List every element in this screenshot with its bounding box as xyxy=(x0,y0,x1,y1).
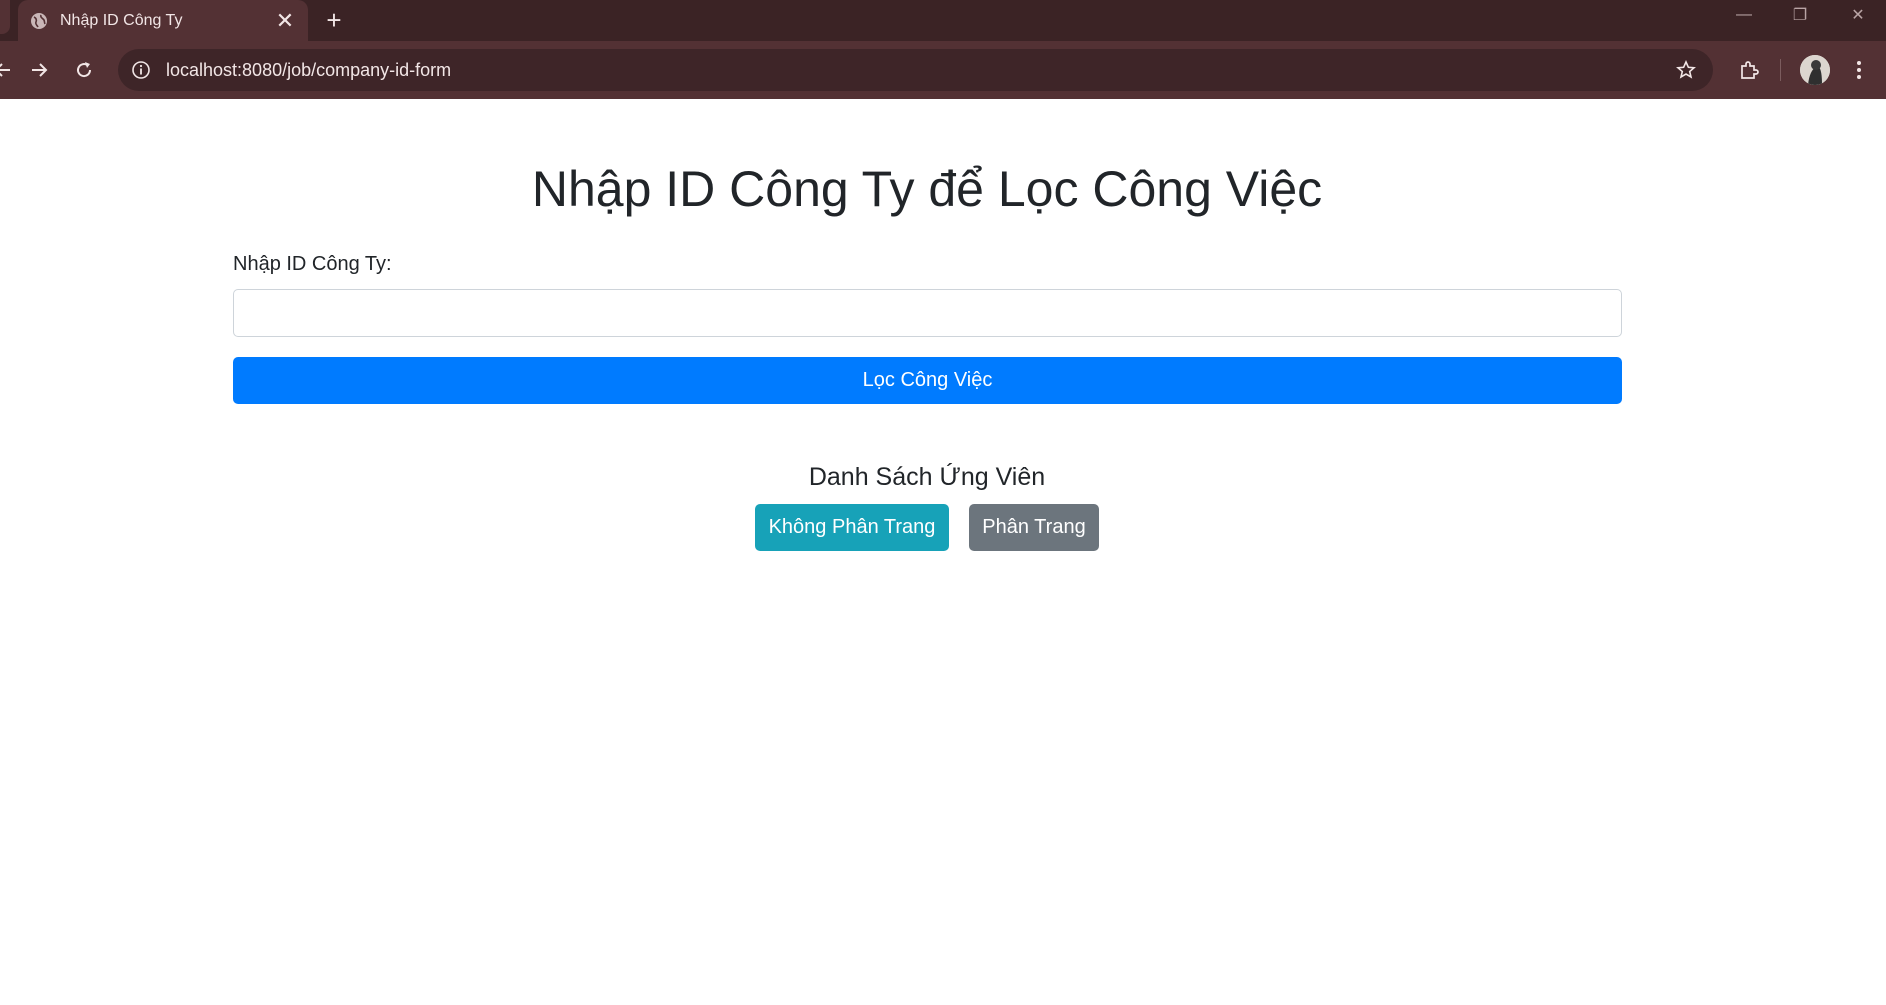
restore-icon[interactable]: ❐ xyxy=(1772,0,1828,30)
browser-tab-strip: Nhập ID Công Ty ✕ + — ❐ ✕ xyxy=(0,0,1886,41)
company-id-label: Nhập ID Công Ty: xyxy=(233,253,392,275)
no-pagination-button[interactable]: Không Phân Trang xyxy=(755,504,949,551)
company-id-input[interactable] xyxy=(233,289,1622,337)
extensions-icon[interactable] xyxy=(1732,53,1766,87)
candidates-list-title: Danh Sách Ứng Viên xyxy=(808,463,1046,491)
profile-avatar[interactable] xyxy=(1800,55,1830,85)
site-info-icon[interactable] xyxy=(130,59,152,81)
back-icon[interactable] xyxy=(0,53,20,87)
tab-close-icon[interactable]: ✕ xyxy=(272,8,298,34)
minimize-icon[interactable]: — xyxy=(1716,0,1772,30)
page-content: Nhập ID Công Ty để Lọc Công Việc Nhập ID… xyxy=(0,99,1886,1005)
previous-tab-edge[interactable] xyxy=(0,0,10,34)
tab-title: Nhập ID Công Ty xyxy=(60,11,183,29)
url-text: localhost:8080/job/company-id-form xyxy=(166,59,452,80)
window-close-icon[interactable]: ✕ xyxy=(1830,0,1886,30)
menu-kebab-icon[interactable] xyxy=(1842,53,1876,87)
globe-icon xyxy=(30,12,48,30)
filter-jobs-button[interactable]: Lọc Công Việc xyxy=(233,357,1622,404)
bookmark-star-icon[interactable] xyxy=(1671,55,1701,85)
address-bar[interactable]: localhost:8080/job/company-id-form xyxy=(118,49,1713,91)
forward-icon[interactable] xyxy=(22,53,56,87)
new-tab-icon[interactable]: + xyxy=(318,4,350,36)
browser-toolbar: localhost:8080/job/company-id-form xyxy=(0,41,1886,99)
toolbar-separator xyxy=(1780,59,1781,81)
reload-icon[interactable] xyxy=(67,53,101,87)
pagination-button[interactable]: Phân Trang xyxy=(969,504,1099,551)
browser-tab-active[interactable]: Nhập ID Công Ty ✕ xyxy=(18,0,308,41)
page-title: Nhập ID Công Ty để Lọc Công Việc xyxy=(531,161,1323,217)
